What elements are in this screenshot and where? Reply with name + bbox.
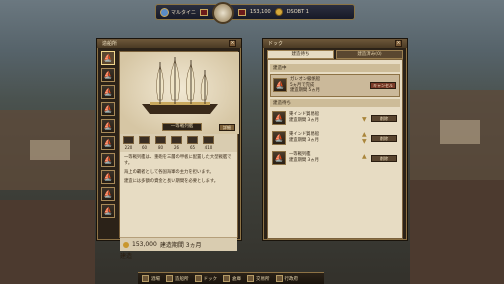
stat-sail: 60 [138,136,151,150]
move-down-icon[interactable]: ▼ [362,138,369,145]
shipyard-title-bar: 造船所 × [97,39,241,48]
ship-name-label: 一等戦列艦 [162,123,202,131]
ship-illustration [142,57,218,114]
ship-thumb-icon: ⛵ [273,78,287,93]
list-item[interactable]: ⛵ 東インド貿易船 建造期間 3ヵ月 ▲ ▼ 削除 [270,129,400,147]
ship-preview: 一等戦列艦 詳細 [120,52,239,134]
ship-detail-button[interactable]: 詳細 [219,124,235,131]
menu-tavern[interactable]: 酒場 [142,275,160,282]
shipyard-panel: 造船所 × ⛵ ⛵ ⛵ ⛵ ⛵ ⛵ ⛵ ⛵ ⛵ ⛵ 一等戦列艦 詳細 220 6… [96,38,242,260]
build-button[interactable]: 建造 [120,251,237,260]
move-down-icon[interactable]: ▼ [362,116,369,123]
player-icon [160,7,169,17]
ship-type-icon[interactable]: ⛵ [101,85,115,99]
build-cost: 153,000 [132,241,157,248]
ship-detail: 一等戦列艦 詳細 220 60 80 26 65 410 一等戦列艦は、重砲を三… [119,51,239,260]
stat-oar: 80 [154,136,167,150]
player-chip[interactable]: マルタイニ [160,7,197,17]
warehouse-icon [223,275,230,282]
section-waiting: 建造待ち [270,98,400,107]
build-duration: 建造期間 3ヵ月 [159,242,202,249]
list-item[interactable]: ⛵ ガレオン級帆船 5ヵ月で完成 建造期間 5ヵ月 キャンセル [270,74,400,97]
dock-list: 建造中 ⛵ ガレオン級帆船 5ヵ月で完成 建造期間 5ヵ月 キャンセル 建造待ち… [267,59,403,239]
ship-thumb-icon: ⛵ [272,150,286,165]
stat-capacity: 410 [202,136,215,150]
cancel-button[interactable]: キャンセル [370,82,396,89]
close-button[interactable]: × [229,40,236,47]
ship-type-icon[interactable]: ⛵ [101,204,115,218]
dock-panel: ドック × 建造待ち 建造済み(0) 建造中 ⛵ ガレオン級帆船 5ヵ月で完成 … [262,38,408,241]
dock-tabs: 建造待ち 建造済み(0) [263,48,407,59]
stat-turn: 26 [170,136,183,150]
bottom-menu-bar: 酒場 造船所 ドック 倉庫 交易所 行政府 [138,272,324,284]
ship-stats: 220 60 80 26 65 410 [120,134,237,152]
dock-title-bar: ドック × [263,39,407,48]
fame-chip: DSOBT 1 [287,9,309,15]
build-cost-row: 153,000 建造期間 3ヵ月 [120,237,237,251]
list-item[interactable]: ⛵ 一等戦列艦 建造期間 3ヵ月 ▲ 削除 [270,149,400,167]
ship-type-icon[interactable]: ⛵ [101,170,115,184]
gold-chip: 153,100 [250,9,271,15]
compass-icon[interactable] [212,2,235,24]
city-background [0,0,504,284]
ship-type-icon[interactable]: ⛵ [101,136,115,150]
ship-type-icon[interactable]: ⛵ [101,187,115,201]
ship-thumb-icon: ⛵ [272,110,286,125]
tab-completed[interactable]: 建造済み(0) [336,50,403,59]
delete-button[interactable]: 削除 [371,134,397,142]
ship-type-icon[interactable]: ⛵ [101,68,115,82]
stat-armor: 65 [186,136,199,150]
ship-type-icon[interactable]: ⛵ [101,119,115,133]
ship-description: 一等戦列艦は、重砲を三層の甲板に配置した大型戦艦です。 海上の覇者として各国海軍… [124,155,232,184]
gold-value: 153,100 [250,9,271,15]
menu-shipyard[interactable]: 造船所 [166,275,189,282]
player-name: マルタイニ [171,9,197,16]
section-in-progress: 建造中 [270,64,400,72]
delete-button[interactable]: 削除 [371,114,397,122]
ship-type-icon[interactable]: ⛵ [101,51,115,65]
government-icon [275,275,283,282]
ship-type-list: ⛵ ⛵ ⛵ ⛵ ⛵ ⛵ ⛵ ⛵ ⛵ ⛵ [101,51,117,221]
trade-icon [247,275,254,282]
top-status-bar: マルタイニ 153,100 DSOBT 1 [155,2,355,24]
ship-type-icon[interactable]: ⛵ [101,102,115,116]
nation-flag-icon [200,8,209,16]
ship-thumb-icon: ⛵ [272,130,286,145]
move-up-icon[interactable]: ▲ [362,153,369,160]
move-up-icon[interactable]: ▲ [362,131,369,138]
menu-dock[interactable]: ドック [194,275,217,282]
menu-trade[interactable]: 交易所 [247,275,270,282]
shipyard-title: 造船所 [102,41,118,47]
close-button[interactable]: × [395,40,402,47]
delete-button[interactable]: 削除 [371,154,397,162]
tavern-icon [142,275,149,282]
menu-government[interactable]: 行政府 [275,275,298,282]
fame-value: DSOBT 1 [286,9,309,15]
tab-queue[interactable]: 建造待ち [267,50,334,59]
calendar-icon [238,8,247,16]
list-item[interactable]: ⛵ 東インド貿易船 建造期間 3ヵ月 ▼ 削除 [270,109,400,127]
ship-type-icon[interactable]: ⛵ [101,153,115,167]
coin-icon [123,241,129,248]
menu-warehouse[interactable]: 倉庫 [223,275,241,282]
stat-durability: 220 [122,136,135,150]
shipyard-icon [166,275,173,282]
dock-title: ドック [268,41,284,47]
coin-icon [274,8,283,16]
dock-icon [194,275,202,282]
